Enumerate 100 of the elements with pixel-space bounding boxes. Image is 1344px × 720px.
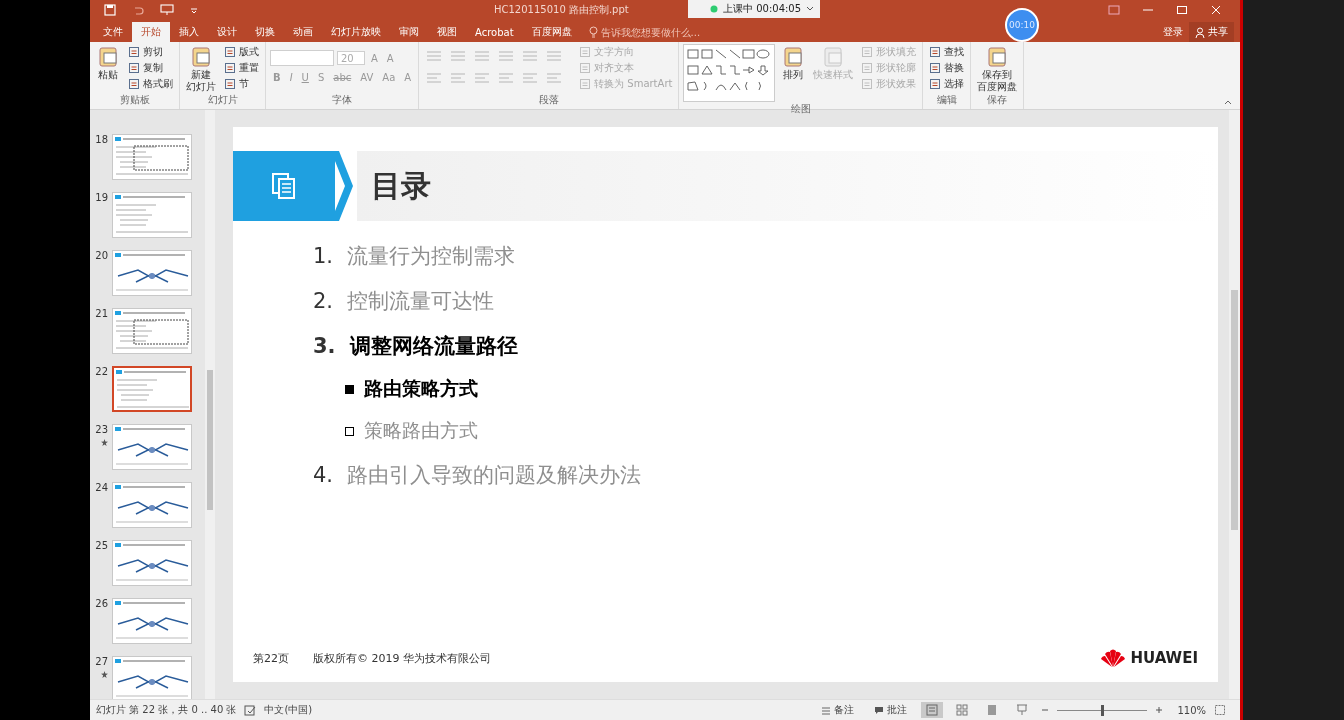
- spellcheck-icon[interactable]: [244, 704, 257, 716]
- ribbon-tab[interactable]: 切换: [246, 22, 284, 42]
- list-number: 4.: [313, 462, 334, 487]
- slide-title: 目录: [371, 166, 431, 205]
- ribbon-tab[interactable]: 动画: [284, 22, 322, 42]
- zoom-level[interactable]: 110%: [1177, 704, 1206, 716]
- sign-in-link[interactable]: 登录: [1157, 22, 1189, 42]
- share-button[interactable]: 共享: [1189, 22, 1234, 42]
- person-icon: [1195, 26, 1205, 38]
- copyright-text: 版权所有© 2019 华为技术有限公司: [313, 650, 491, 666]
- button-icon: [96, 45, 120, 69]
- notes-button[interactable]: 备注: [815, 702, 861, 718]
- ribbon-button[interactable]: 查找: [927, 44, 967, 59]
- format-button[interactable]: abc: [330, 72, 355, 83]
- list-item: 策略路由方式: [364, 418, 478, 443]
- shapes-gallery[interactable]: [683, 44, 776, 102]
- undo-icon[interactable]: [132, 4, 144, 16]
- button-icon: [579, 61, 592, 74]
- lightbulb-icon: [588, 26, 598, 38]
- button-icon: [579, 45, 592, 58]
- comments-button[interactable]: 批注: [868, 702, 914, 718]
- format-button[interactable]: AV: [357, 72, 377, 83]
- button-icon: [189, 45, 213, 69]
- logo-text: HUAWEI: [1130, 649, 1198, 667]
- button-icon: [224, 77, 236, 90]
- ribbon-button[interactable]: 选择: [927, 76, 967, 91]
- tell-me-field[interactable]: 告诉我您想要做什么...: [600, 26, 741, 38]
- button-icon: [929, 45, 942, 58]
- status-dot-icon: [710, 5, 718, 13]
- slide-number: 23: [95, 424, 108, 435]
- window-title: HC120115010 路由控制.ppt: [494, 3, 629, 17]
- button-icon: [579, 77, 592, 90]
- slide-number: 22: [95, 366, 108, 377]
- close-icon[interactable]: [1210, 5, 1222, 15]
- ribbon-button[interactable]: 剪切: [126, 44, 175, 59]
- button-icon: [929, 61, 942, 74]
- ribbon-tab[interactable]: 视图: [428, 22, 466, 42]
- button-icon: [861, 61, 874, 74]
- group-label: 绘图: [789, 102, 812, 116]
- ribbon-button[interactable]: 版式: [222, 44, 261, 59]
- ribbon-tab[interactable]: 开始: [132, 22, 170, 42]
- ribbon-button[interactable]: 新建 幻灯片: [184, 44, 218, 93]
- list-item: 路由引入导致的问题及解决办法: [347, 461, 642, 489]
- list-item: 调整网络流量路径: [349, 332, 518, 360]
- ribbon-tab[interactable]: 设计: [208, 22, 246, 42]
- group-label: 段落: [537, 93, 560, 107]
- font-name-field[interactable]: [270, 50, 334, 66]
- ribbon-tab[interactable]: 插入: [170, 22, 208, 42]
- button-icon: [861, 77, 874, 90]
- class-status-text: 上课中 00:04:05: [723, 2, 802, 16]
- button-icon: [929, 77, 942, 90]
- square-bullet-icon: [345, 426, 354, 436]
- slide-number: 24: [95, 482, 108, 493]
- zoom-in-icon[interactable]: [1155, 706, 1164, 714]
- notes-icon: [821, 705, 832, 715]
- collapse-ribbon-icon[interactable]: [1224, 99, 1232, 105]
- ribbon-button[interactable]: 节: [222, 76, 261, 91]
- button-icon: [128, 45, 140, 58]
- slide-number: 25: [95, 540, 108, 551]
- ribbon-button[interactable]: 保存到 百度网盘: [975, 44, 1020, 93]
- ribbon-button[interactable]: 替换: [927, 60, 967, 75]
- list-number: 2.: [313, 288, 334, 313]
- ribbon-button[interactable]: 格式刷: [126, 76, 175, 91]
- ribbon-tab[interactable]: 文件: [94, 22, 132, 42]
- group-label: 剪贴板: [118, 93, 151, 107]
- format-button[interactable]: S: [314, 72, 328, 83]
- button-icon: [224, 61, 236, 74]
- list-item: 路由策略方式: [364, 376, 478, 401]
- slideshow-icon[interactable]: [160, 4, 174, 16]
- maximize-icon[interactable]: [1176, 5, 1188, 15]
- ribbon-button[interactable]: 重置: [222, 60, 261, 75]
- format-button[interactable]: I: [286, 72, 296, 83]
- page-number: 第22页: [253, 650, 289, 666]
- ribbon-button[interactable]: 粘贴: [94, 44, 122, 82]
- ribbon-display-icon[interactable]: [1108, 5, 1120, 15]
- list-item: 流量行为控制需求: [347, 242, 516, 270]
- normal-view-icon[interactable]: [921, 702, 944, 718]
- format-button[interactable]: Aa: [379, 72, 399, 83]
- zoom-slider-thumb[interactable]: [1101, 704, 1105, 716]
- language-label[interactable]: 中文(中国): [264, 703, 313, 717]
- ribbon-button[interactable]: 复制: [126, 60, 175, 75]
- fit-to-window-icon[interactable]: [1214, 704, 1226, 716]
- ribbon-tab[interactable]: 百度网盘: [522, 22, 581, 42]
- list-item: 控制流量可达性: [347, 287, 495, 315]
- class-status-bar[interactable]: 上课中 00:04:05: [688, 0, 820, 18]
- save-icon[interactable]: [104, 4, 116, 16]
- scrollbar-thumb[interactable]: [1231, 290, 1238, 530]
- ribbon-tab[interactable]: 审阅: [390, 22, 428, 42]
- slide-number: 20: [95, 250, 108, 261]
- slide-count: 幻灯片 第 22 张，共 0 .. 40 张: [96, 703, 237, 717]
- ribbon-button[interactable]: 排列: [779, 44, 808, 82]
- chevron-down-icon[interactable]: [806, 6, 815, 12]
- square-bullet-icon: [345, 384, 354, 394]
- scrollbar-thumb[interactable]: [207, 370, 213, 510]
- ribbon-tab[interactable]: Acrobat: [466, 22, 523, 42]
- slide-number: 19: [95, 192, 108, 203]
- button-icon: [861, 45, 874, 58]
- zoom-out-icon[interactable]: [1041, 706, 1050, 714]
- ribbon-tab[interactable]: 幻灯片放映: [322, 22, 390, 42]
- group-label: 幻灯片: [206, 93, 239, 107]
